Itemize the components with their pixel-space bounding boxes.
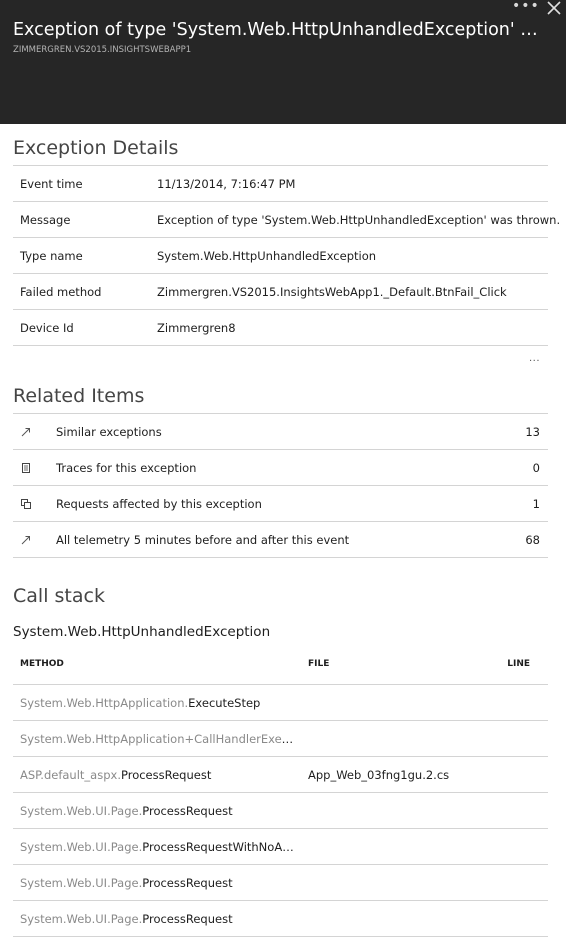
stack-method-name: ProcessRequest [142,804,233,818]
call-stack-header-row: METHOD FILE LINE [13,648,548,685]
close-icon[interactable] [545,0,563,17]
related-item-count: 0 [532,461,540,475]
table-row[interactable]: System.Web.HttpApplication.ExecuteStep [13,685,548,721]
related-item-all-telemetry[interactable]: All telemetry 5 minutes before and after… [13,522,548,558]
table-row[interactable]: System.Web.UI.Page.ProcessRequest [13,865,548,901]
table-row[interactable]: System.Web.HttpApplication+CallHandlerEx… [13,721,548,757]
related-item-label: All telemetry 5 minutes before and after… [56,533,350,547]
stack-method-name: ExecuteStep [188,696,261,710]
related-item-label: Similar exceptions [56,425,162,439]
detail-row-type-name: Type name System.Web.HttpUnhandledExcept… [13,238,548,274]
detail-key: Type name [20,249,83,263]
stack-file: App_Web_03fng1gu.2.cs [308,768,450,782]
detail-key: Event time [20,177,83,191]
stack-method-name: ProcessRequest [142,876,233,890]
stack-method-name: ProcessRequest [142,912,233,926]
detail-value: Zimmergren.VS2015.InsightsWebApp1._Defau… [157,285,507,299]
call-stack-table: METHOD FILE LINE System.Web.HttpApplicat… [13,648,548,937]
blade-header: ••• Exception of type 'System.Web.HttpUn… [0,0,566,124]
stack-method-name: ProcessRequest [120,768,212,782]
detail-row-event-time: Event time 11/13/2014, 7:16:47 PM [13,166,548,202]
stack-namespace: System.Web.UI.Page. [20,912,143,926]
page-title: Exception of type 'System.Web.HttpUnhand… [13,20,541,40]
column-header-method: METHOD [20,659,64,669]
detail-value: Exception of type 'System.Web.HttpUnhand… [157,213,561,227]
show-more-button[interactable]: ... [529,353,540,364]
detail-row-device-id: Device Id Zimmergren8 [13,310,548,346]
stack-method: System.Web.UI.Page.ProcessRequest [20,804,298,818]
table-row[interactable]: System.Web.UI.Page.ProcessRequest [13,793,548,829]
column-header-line: LINE [507,659,530,669]
copy-icon [21,499,31,509]
detail-key: Device Id [20,321,74,335]
table-row[interactable]: System.Web.UI.Page.ProcessRequest [13,901,548,937]
detail-value: System.Web.HttpUnhandledException [157,249,377,263]
related-item-traces[interactable]: Traces for this exception 0 [13,450,548,486]
stack-method-name: ProcessRequestWithNoAssert [142,840,298,854]
related-item-count: 68 [525,533,540,547]
stack-namespace: System.Web.HttpApplication. [20,696,189,710]
related-item-label: Requests affected by this exception [56,497,262,511]
column-header-file: FILE [308,659,330,669]
related-items-list: Similar exceptions 13 Traces for this ex… [13,413,548,558]
arrow-up-right-icon [21,428,30,437]
stack-method: ASP.default_aspx.ProcessRequest [20,768,298,782]
call-stack-exception-type: System.Web.HttpUnhandledException [13,624,271,640]
stack-method: System.Web.HttpApplication.ExecuteStep [20,696,298,710]
arrow-up-right-icon [21,536,30,545]
detail-row-message: Message Exception of type 'System.Web.Ht… [13,202,560,238]
related-item-count: 1 [532,497,540,511]
stack-namespace: System.Web.UI.Page. [20,876,143,890]
exception-details-table: Event time 11/13/2014, 7:16:47 PM Messag… [13,165,560,346]
detail-key: Failed method [20,285,102,299]
detail-key: Message [20,213,71,227]
stack-namespace: System.Web.HttpApplication+CallHandlerEx… [20,732,298,746]
page-subtitle: ZIMMERGREN.VS2015.INSIGHTSWEBAPP1 [13,45,192,55]
exception-details-heading: Exception Details [13,137,179,159]
call-stack-heading: Call stack [13,585,105,607]
stack-namespace: System.Web.UI.Page. [20,804,143,818]
document-icon [22,463,30,473]
related-items-heading: Related Items [13,385,145,407]
stack-method: System.Web.UI.Page.ProcessRequest [20,912,298,926]
stack-namespace: ASP.default_aspx. [20,768,121,782]
stack-method: System.Web.UI.Page.ProcessRequest [20,876,298,890]
related-item-label: Traces for this exception [56,461,197,475]
detail-value: Zimmergren8 [157,321,236,335]
related-item-requests[interactable]: Requests affected by this exception 1 [13,486,548,522]
detail-row-failed-method: Failed method Zimmergren.VS2015.Insights… [13,274,548,310]
stack-method: System.Web.HttpApplication+CallHandlerEx… [20,732,298,746]
detail-value: 11/13/2014, 7:16:47 PM [157,177,296,191]
stack-namespace: System.Web.UI.Page. [20,840,143,854]
related-item-count: 13 [525,425,540,439]
table-row[interactable]: ASP.default_aspx.ProcessRequest App_Web_… [13,757,548,793]
related-item-similar-exceptions[interactable]: Similar exceptions 13 [13,414,548,450]
more-options-icon[interactable]: ••• [512,0,540,13]
stack-method: System.Web.UI.Page.ProcessRequestWithNoA… [20,840,298,854]
table-row[interactable]: System.Web.UI.Page.ProcessRequestWithNoA… [13,829,548,865]
